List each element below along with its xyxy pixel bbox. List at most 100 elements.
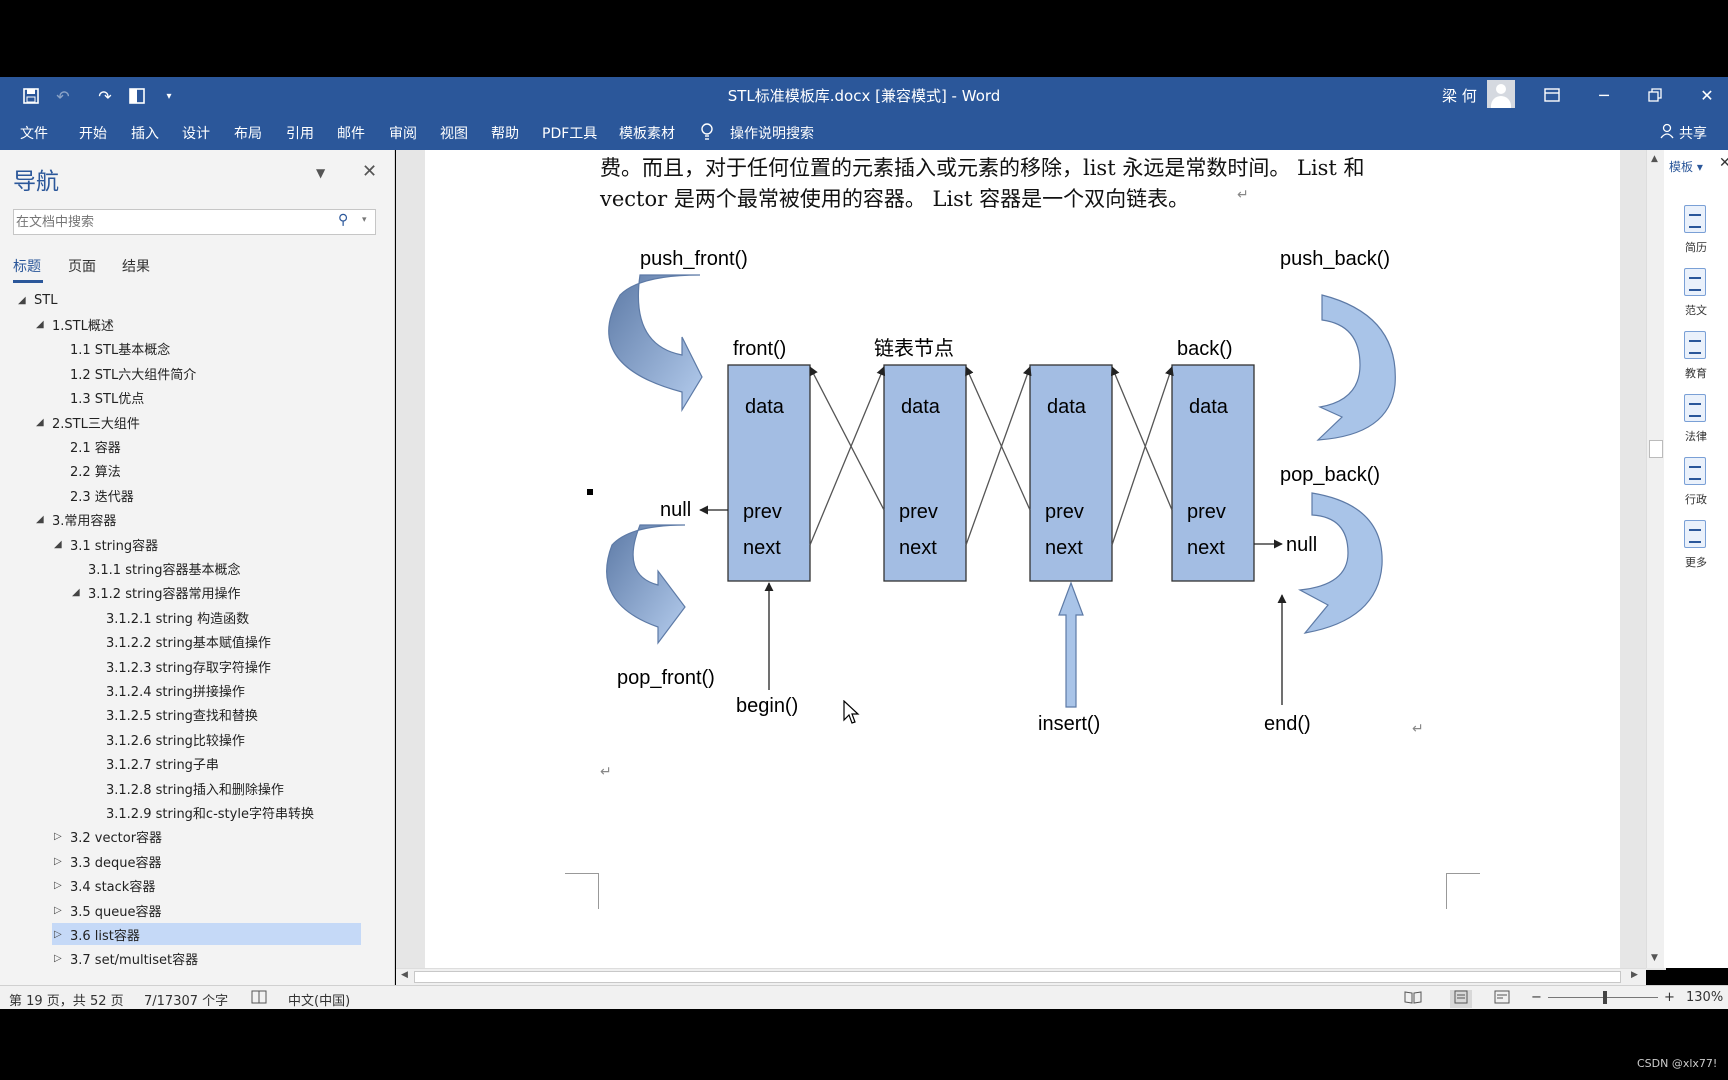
minimize-icon[interactable]: ─ bbox=[1589, 81, 1619, 109]
collapse-icon[interactable]: ◢ bbox=[36, 514, 52, 525]
tab-help[interactable]: 帮助 bbox=[491, 123, 519, 143]
nav-heading-item[interactable]: 3.1.1 string容器基本概念 bbox=[72, 557, 241, 579]
tab-insert[interactable]: 插入 bbox=[131, 123, 159, 143]
page-count[interactable]: 第 19 页，共 52 页 bbox=[9, 990, 124, 1009]
paragraph-line-2[interactable]: vector 是两个最常被使用的容器。 List 容器是一个双向链表。 bbox=[600, 183, 1189, 213]
template-panel-title[interactable]: 模板 ▾ bbox=[1669, 158, 1703, 175]
expand-icon[interactable]: ▷ bbox=[54, 953, 70, 964]
tab-references[interactable]: 引用 bbox=[286, 123, 314, 143]
user-name[interactable]: 梁 何 bbox=[1442, 85, 1477, 106]
nav-heading-item[interactable]: ▷ 3.2 vector容器 bbox=[54, 826, 162, 848]
search-icon[interactable]: ⚲ bbox=[338, 212, 348, 228]
template-panel-close-icon[interactable]: ✕ bbox=[1719, 155, 1728, 171]
nav-heading-item[interactable]: 2.3 迭代器 bbox=[54, 484, 134, 506]
tab-mailings[interactable]: 邮件 bbox=[337, 123, 365, 143]
horizontal-scrollbar[interactable]: ◀ ▶ bbox=[396, 968, 1646, 985]
template-education[interactable]: 教育 bbox=[1664, 331, 1728, 386]
scroll-right-icon[interactable]: ▶ bbox=[1631, 970, 1638, 980]
nav-search-box[interactable]: ⚲ ▾ bbox=[13, 209, 376, 235]
print-layout-icon[interactable] bbox=[1450, 990, 1472, 1008]
tab-pdf-tools[interactable]: PDF工具 bbox=[542, 123, 597, 143]
nav-search-input[interactable] bbox=[16, 212, 331, 232]
tab-file[interactable]: 文件 bbox=[20, 123, 48, 143]
vertical-scrollbar[interactable]: ▲ ▼ bbox=[1646, 150, 1664, 968]
expand-icon[interactable]: ▷ bbox=[54, 880, 70, 891]
nav-options-icon[interactable]: ▼ bbox=[316, 166, 325, 180]
collapse-icon[interactable]: ◢ bbox=[72, 587, 88, 598]
nav-tab-results[interactable]: 结果 bbox=[122, 256, 150, 276]
scroll-down-icon[interactable]: ▼ bbox=[1651, 953, 1658, 963]
nav-heading-item[interactable]: 3.1.2.7 string子串 bbox=[90, 753, 219, 775]
nav-heading-item[interactable]: 2.1 容器 bbox=[54, 435, 121, 457]
nav-heading-item[interactable]: ▷ 3.5 queue容器 bbox=[54, 899, 162, 921]
nav-heading-item[interactable]: 3.1.2.5 string查找和替换 bbox=[90, 704, 258, 726]
nav-heading-item[interactable]: ◢ 3.1 string容器 bbox=[54, 533, 158, 555]
tab-review[interactable]: 审阅 bbox=[389, 123, 417, 143]
list-diagram[interactable]: push_front() push_back() pop_front() pop… bbox=[600, 235, 1440, 745]
nav-heading-item[interactable]: ▷ 3.6 list容器 bbox=[52, 923, 361, 946]
share-icon[interactable] bbox=[1660, 123, 1674, 143]
nav-heading-item[interactable]: 3.1.2.2 string基本赋值操作 bbox=[90, 631, 271, 653]
template-sample[interactable]: 范文 bbox=[1664, 268, 1728, 323]
language-status[interactable]: 中文(中国) bbox=[288, 990, 350, 1009]
expand-icon[interactable]: ▷ bbox=[54, 905, 70, 916]
tell-me-search[interactable]: 操作说明搜索 bbox=[730, 123, 814, 143]
nav-tab-headings[interactable]: 标题 bbox=[13, 256, 41, 276]
nav-heading-item[interactable]: ◢ 3.1.2 string容器常用操作 bbox=[72, 582, 241, 604]
ribbon-display-options-icon[interactable] bbox=[1537, 81, 1567, 109]
nav-heading-item[interactable]: 3.1.2.4 string拼接操作 bbox=[90, 679, 245, 701]
tab-view[interactable]: 视图 bbox=[440, 123, 468, 143]
expand-icon[interactable]: ▷ bbox=[54, 856, 70, 867]
paragraph-line-1[interactable]: 费。而且，对于任何位置的元素插入或元素的移除，list 永远是常数时间。 Lis… bbox=[600, 152, 1365, 182]
template-admin[interactable]: 行政 bbox=[1664, 457, 1728, 512]
scroll-up-icon[interactable]: ▲ bbox=[1651, 154, 1658, 164]
nav-heading-item[interactable]: 3.1.2.8 string插入和删除操作 bbox=[90, 777, 284, 799]
collapse-icon[interactable]: ◢ bbox=[36, 319, 52, 330]
restore-icon[interactable] bbox=[1640, 81, 1670, 109]
proofing-icon[interactable] bbox=[251, 990, 267, 1008]
nav-heading-item[interactable]: ◢ 2.STL三大组件 bbox=[36, 411, 140, 433]
zoom-in-icon[interactable]: + bbox=[1664, 990, 1675, 1005]
share-button[interactable]: 共享 bbox=[1679, 123, 1707, 143]
read-mode-icon[interactable] bbox=[1404, 990, 1422, 1008]
template-more[interactable]: 更多 bbox=[1664, 520, 1728, 575]
zoom-level[interactable]: 130% bbox=[1686, 990, 1723, 1005]
nav-heading-item[interactable]: 2.2 算法 bbox=[54, 460, 121, 482]
nav-heading-item[interactable]: ▷ 3.4 stack容器 bbox=[54, 875, 155, 897]
tab-home[interactable]: 开始 bbox=[79, 123, 107, 143]
nav-tab-pages[interactable]: 页面 bbox=[68, 256, 96, 276]
zoom-slider-thumb[interactable] bbox=[1603, 991, 1607, 1004]
web-layout-icon[interactable] bbox=[1494, 990, 1510, 1008]
nav-heading-item[interactable]: 3.1.2.9 string和c-style字符串转换 bbox=[90, 801, 314, 823]
nav-heading-item[interactable]: 1.1 STL基本概念 bbox=[54, 338, 170, 360]
search-dropdown-icon[interactable]: ▾ bbox=[362, 215, 367, 225]
collapse-icon[interactable]: ◢ bbox=[36, 417, 52, 428]
nav-heading-item[interactable]: 3.1.2.3 string存取字符操作 bbox=[90, 655, 271, 677]
vertical-scroll-thumb[interactable] bbox=[1649, 440, 1663, 458]
collapse-icon[interactable]: ◢ bbox=[54, 539, 70, 550]
nav-heading-item[interactable]: ▷ 3.7 set/multiset容器 bbox=[54, 948, 198, 970]
nav-heading-item[interactable]: 1.3 STL优点 bbox=[54, 387, 144, 409]
nav-heading-item[interactable]: 3.1.2.1 string 构造函数 bbox=[90, 606, 249, 628]
nav-close-icon[interactable]: ✕ bbox=[362, 161, 377, 182]
lightbulb-icon[interactable] bbox=[700, 123, 714, 145]
tab-design[interactable]: 设计 bbox=[182, 123, 210, 143]
nav-heading-item[interactable]: 3.1.2.6 string比较操作 bbox=[90, 728, 245, 750]
tab-layout[interactable]: 布局 bbox=[234, 123, 262, 143]
horizontal-scroll-thumb[interactable] bbox=[414, 971, 1621, 983]
close-icon[interactable]: ✕ bbox=[1692, 81, 1722, 109]
expand-icon[interactable]: ▷ bbox=[54, 929, 70, 940]
tab-templates[interactable]: 模板素材 bbox=[619, 123, 675, 143]
collapse-icon[interactable]: ◢ bbox=[18, 295, 34, 306]
nav-heading-item[interactable]: ◢ 1.STL概述 bbox=[36, 313, 114, 335]
avatar[interactable] bbox=[1487, 80, 1515, 108]
scroll-left-icon[interactable]: ◀ bbox=[401, 970, 408, 980]
word-count[interactable]: 7/17307 个字 bbox=[144, 990, 228, 1009]
nav-heading-item[interactable]: 1.2 STL六大组件简介 bbox=[54, 362, 196, 384]
template-law[interactable]: 法律 bbox=[1664, 394, 1728, 449]
template-resume[interactable]: 简历 bbox=[1664, 205, 1728, 260]
nav-heading-item[interactable]: ◢ STL bbox=[18, 289, 57, 311]
expand-icon[interactable]: ▷ bbox=[54, 831, 70, 842]
zoom-out-icon[interactable]: − bbox=[1531, 990, 1542, 1005]
nav-heading-item[interactable]: ◢ 3.常用容器 bbox=[36, 509, 116, 531]
